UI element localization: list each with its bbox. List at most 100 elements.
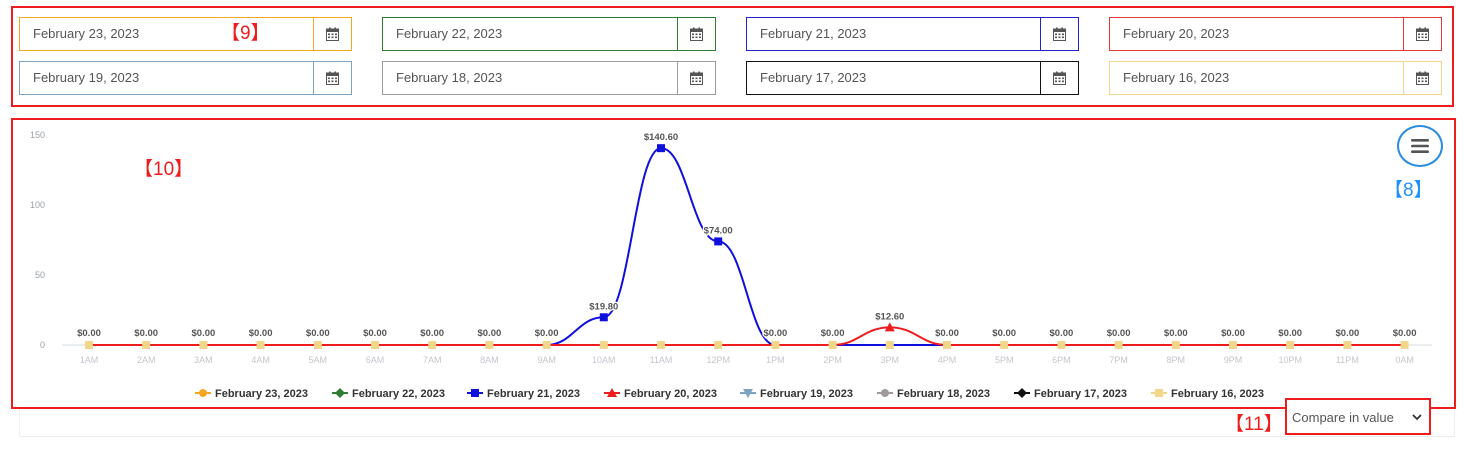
compare-mode-select[interactable]: Compare in value <box>1292 406 1426 428</box>
x-tick-label: 9PM <box>1224 355 1243 365</box>
data-point-marker <box>771 341 780 349</box>
data-label: $0.00 <box>1278 328 1302 339</box>
legend-item-label: February 21, 2023 <box>487 388 580 400</box>
x-tick-label: 2AM <box>137 355 156 365</box>
annotation-compare: 【11】 <box>1225 414 1283 435</box>
data-point-marker <box>1286 341 1295 349</box>
sales-comparison-page: February 23, 2023 February 22, 2023 Febr… <box>0 0 1464 449</box>
x-tick-label: 7AM <box>423 355 442 365</box>
compare-select-highlight: Compare in value <box>1285 398 1431 435</box>
legend-item-label: February 20, 2023 <box>624 388 717 400</box>
data-label: $0.00 <box>306 328 330 339</box>
data-point-marker <box>714 237 723 246</box>
data-label: $0.00 <box>821 328 845 339</box>
legend-item-label: February 16, 2023 <box>1171 388 1264 400</box>
y-tick-label: 0 <box>40 340 45 350</box>
data-label: $0.00 <box>192 328 216 339</box>
data-label: $0.00 <box>1164 328 1188 339</box>
data-point-marker <box>1114 341 1123 349</box>
y-tick-label: 50 <box>35 270 45 280</box>
x-tick-label: 12PM <box>706 355 730 365</box>
legend-item-label: February 17, 2023 <box>1034 388 1127 400</box>
x-tick-label: 8PM <box>1167 355 1186 365</box>
legend-item-label: February 18, 2023 <box>897 388 990 400</box>
x-tick-label: 5AM <box>309 355 328 365</box>
data-point-marker <box>599 341 608 349</box>
data-point-marker <box>657 341 665 349</box>
x-tick-label: 10PM <box>1278 355 1302 365</box>
data-label: $0.00 <box>935 328 959 339</box>
data-point-marker <box>885 341 894 349</box>
sales-line-chart: 0 50 100 150 1AM 2AM 3AM 4AM 5AM 6AM 7AM 8AM 9AM 10AM… <box>30 130 1432 400</box>
x-tick-label: 8AM <box>480 355 499 365</box>
annotation-chart: 【10】 <box>134 159 194 180</box>
data-label: $0.00 <box>1393 328 1417 339</box>
data-label: $74.00 <box>704 225 733 236</box>
x-tick-label: 2PM <box>823 355 842 365</box>
y-tick-label: 150 <box>30 130 45 140</box>
legend-marker <box>1155 389 1163 397</box>
data-point-marker <box>428 341 437 349</box>
data-point-marker <box>1343 341 1352 349</box>
series-line <box>88 326 1405 346</box>
data-label: $0.00 <box>363 328 387 339</box>
x-tick-label: 1PM <box>766 355 785 365</box>
data-label: $0.00 <box>764 328 788 339</box>
x-tick-label: 7PM <box>1109 355 1128 365</box>
chart-menu-button[interactable] <box>1397 125 1443 167</box>
legend-marker <box>881 389 889 397</box>
data-point-marker <box>714 341 723 349</box>
x-tick-label: 4PM <box>938 355 957 365</box>
data-point-marker <box>371 341 379 349</box>
legend-marker <box>199 389 207 397</box>
x-tick-label: 11PM <box>1336 355 1359 365</box>
legend-marker <box>471 389 479 397</box>
data-label: $0.00 <box>77 328 101 339</box>
x-tick-label: 9AM <box>537 355 556 365</box>
data-label: $0.00 <box>249 328 273 339</box>
legend-item-label: February 19, 2023 <box>760 388 853 400</box>
legend-marker <box>1017 388 1027 398</box>
data-label: $0.00 <box>992 328 1016 339</box>
data-label: $0.00 <box>1336 328 1360 339</box>
legend-item-label: February 22, 2023 <box>352 388 445 400</box>
data-label: $0.00 <box>134 328 158 339</box>
data-point-marker <box>1400 341 1409 349</box>
data-label: $19.80 <box>589 301 618 312</box>
annotation-menu: 【8】 <box>1384 180 1433 201</box>
data-label: $0.00 <box>1107 328 1131 339</box>
x-tick-label: 10AM <box>592 355 616 365</box>
x-tick-label: 0AM <box>1395 355 1414 365</box>
data-label: $0.00 <box>1050 328 1074 339</box>
data-label: $0.00 <box>1221 328 1245 339</box>
data-point-marker <box>256 341 265 349</box>
data-point-marker <box>599 313 608 322</box>
data-label: $0.00 <box>535 328 559 339</box>
x-tick-label: 11AM <box>650 355 673 365</box>
x-tick-label: 6AM <box>366 355 385 365</box>
legend-item-label: February 23, 2023 <box>215 388 308 400</box>
data-point-marker <box>142 341 151 349</box>
x-tick-label: 3PM <box>881 355 900 365</box>
chevron-down-icon <box>1412 413 1422 420</box>
data-label: $0.00 <box>478 328 502 339</box>
data-label: $0.00 <box>420 328 444 339</box>
x-tick-label: 3AM <box>194 355 213 365</box>
y-tick-label: 100 <box>30 200 45 210</box>
data-point-marker <box>485 341 494 349</box>
x-tick-label: 5PM <box>995 355 1014 365</box>
compare-select-value: Compare in value <box>1292 409 1394 425</box>
x-tick-label: 6PM <box>1052 355 1071 365</box>
data-label: $12.60 <box>875 311 904 322</box>
series-line <box>88 147 1405 346</box>
data-label: $140.60 <box>644 132 678 143</box>
legend-marker <box>335 388 345 398</box>
data-point-marker <box>1171 341 1180 349</box>
hamburger-icon <box>1411 139 1429 153</box>
data-point-marker <box>199 341 208 349</box>
data-point-marker <box>313 341 322 349</box>
data-point-marker <box>1057 341 1066 349</box>
data-point-marker <box>828 341 837 349</box>
data-point-marker <box>542 341 551 349</box>
data-point-marker <box>943 341 951 349</box>
